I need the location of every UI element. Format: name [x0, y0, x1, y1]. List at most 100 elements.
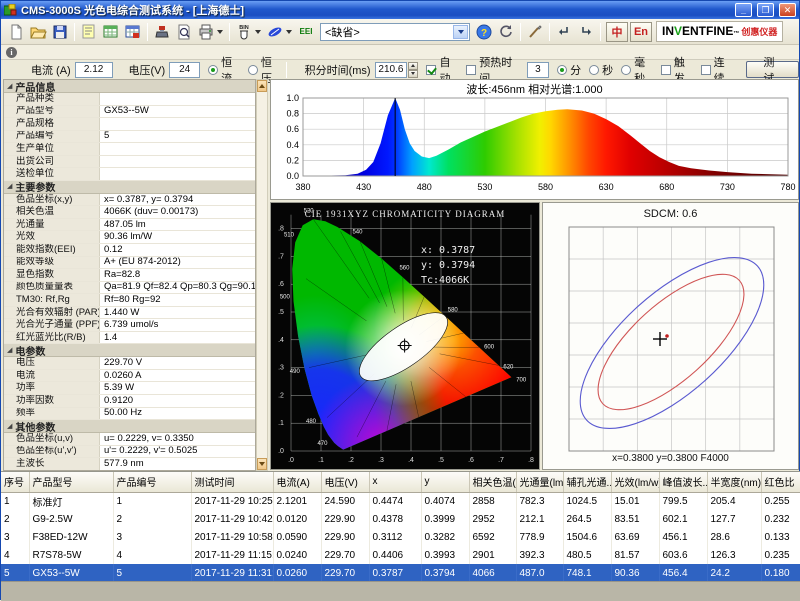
calibrate-button[interactable]: [151, 21, 173, 43]
preset-combobox[interactable]: <缺省>: [320, 23, 470, 41]
property-row[interactable]: 光合有效辐射 (PAR)1.440 W: [4, 307, 255, 320]
info-icon[interactable]: i: [6, 47, 17, 58]
save-button[interactable]: [49, 21, 71, 43]
property-row[interactable]: 色品坐标(u,v)u= 0.2229, v= 0.3350: [4, 433, 255, 446]
column-header[interactable]: 电压(V): [321, 472, 369, 492]
property-row[interactable]: TM30: Rf,RgRf=80 Rg=92: [4, 294, 255, 307]
table-row[interactable]: 2G9-2.5W22017-11-29 10:42:420.0120229.90…: [1, 510, 800, 528]
property-row[interactable]: 能效等级A+ (EU 874-2012): [4, 257, 255, 270]
refresh-button[interactable]: [495, 21, 517, 43]
print-dropdown-arrow[interactable]: [217, 30, 223, 34]
property-row[interactable]: 色品坐标(x,y)x= 0.3787, y= 0.3794: [4, 194, 255, 207]
property-row[interactable]: 产品种类: [4, 93, 255, 106]
property-row[interactable]: 功率因数0.9120: [4, 395, 255, 408]
table-cell: 0.0590: [273, 528, 321, 546]
preheat-time-input[interactable]: 3: [527, 62, 549, 78]
trigger-checkbox[interactable]: [661, 65, 671, 75]
column-header[interactable]: 产品编号: [113, 472, 191, 492]
logo-tm: ™: [733, 31, 739, 37]
property-row[interactable]: 色品坐标(u',v')u'= 0.2229, v'= 0.5025: [4, 446, 255, 459]
pen-dropdown-arrow[interactable]: [286, 30, 292, 34]
integration-time-input[interactable]: 210.6: [375, 62, 408, 78]
scroll-down-button[interactable]: [257, 458, 267, 470]
column-header[interactable]: 光效(lm/w): [611, 472, 659, 492]
report-export-button[interactable]: [122, 21, 144, 43]
column-header[interactable]: 半宽度(nm): [707, 472, 761, 492]
column-header[interactable]: 电流(A): [273, 472, 321, 492]
column-header[interactable]: 产品型号: [29, 472, 113, 492]
property-row[interactable]: 电流0.0260 A: [4, 370, 255, 383]
spinner-up-icon[interactable]: [408, 62, 418, 70]
pen-tool-button[interactable]: [264, 21, 286, 43]
property-row[interactable]: 能效指数(EEI)0.12: [4, 244, 255, 257]
table-row[interactable]: 1标准灯12017-11-29 10:25:112.120124.5900.44…: [1, 492, 800, 510]
bin-button[interactable]: BIN: [233, 21, 255, 43]
property-row[interactable]: 产品型号GX53--5W: [4, 106, 255, 119]
integration-spinner[interactable]: [408, 62, 418, 78]
constant-current-radio[interactable]: [208, 65, 218, 75]
print-preview-button[interactable]: [173, 21, 195, 43]
close-button[interactable]: ✕: [779, 3, 796, 17]
section-header[interactable]: ◢电参数: [4, 344, 255, 357]
property-row[interactable]: 产品规格: [4, 118, 255, 131]
report-green-button[interactable]: [100, 21, 122, 43]
property-row[interactable]: 光合光子通量 (PPF)6.739 umol/s: [4, 319, 255, 332]
property-row[interactable]: 产品编号5: [4, 131, 255, 144]
section-header[interactable]: ◢主要参数: [4, 181, 255, 194]
section-header[interactable]: ◢其他参数: [4, 420, 255, 433]
step-back-button[interactable]: [553, 21, 575, 43]
notes-button[interactable]: [78, 21, 100, 43]
second-radio[interactable]: [589, 65, 599, 75]
constant-voltage-radio[interactable]: [248, 65, 258, 75]
restore-button[interactable]: ❐: [757, 3, 774, 17]
new-file-button[interactable]: [5, 21, 27, 43]
property-row[interactable]: 光通量487.05 lm: [4, 219, 255, 232]
column-header[interactable]: x: [369, 472, 421, 492]
property-row[interactable]: 功率5.39 W: [4, 382, 255, 395]
open-file-button[interactable]: [27, 21, 49, 43]
language-chinese-button[interactable]: 中: [606, 22, 628, 42]
language-english-button[interactable]: En: [630, 22, 652, 42]
property-row[interactable]: 电压229.70 V: [4, 357, 255, 370]
property-row[interactable]: 相关色温4066K (duv= 0.00173): [4, 206, 255, 219]
minute-radio[interactable]: [557, 65, 567, 75]
eei-button[interactable]: EEI: [295, 21, 317, 43]
column-header[interactable]: 红色比: [761, 472, 800, 492]
column-header[interactable]: 辅孔光通..: [563, 472, 611, 492]
column-header[interactable]: 测试时间: [191, 472, 273, 492]
property-row[interactable]: 生产单位: [4, 143, 255, 156]
property-row[interactable]: 主波长577.9 nm: [4, 458, 255, 471]
property-row[interactable]: 出货公司: [4, 156, 255, 169]
table-row[interactable]: 3F38ED-12W32017-11-29 10:58:560.0590229.…: [1, 528, 800, 546]
column-header[interactable]: 光通量(lm): [516, 472, 563, 492]
voltage-input[interactable]: 24: [169, 62, 200, 78]
column-header[interactable]: y: [421, 472, 469, 492]
property-row[interactable]: 显色指数Ra=82.8: [4, 269, 255, 282]
spinner-down-icon[interactable]: [408, 70, 418, 78]
combobox-dropdown-button[interactable]: [453, 25, 468, 39]
step-forward-button[interactable]: [575, 21, 597, 43]
help-button[interactable]: ?: [473, 21, 495, 43]
bin-dropdown-arrow[interactable]: [255, 30, 261, 34]
minimize-button[interactable]: _: [735, 3, 752, 17]
column-header[interactable]: 序号: [1, 472, 29, 492]
table-row[interactable]: 5GX53--5W52017-11-29 11:31:530.0260229.7…: [1, 564, 800, 581]
probe-button[interactable]: [524, 21, 546, 43]
property-row[interactable]: 颜色质量量表Qa=81.9 Qf=82.4 Qp=80.3 Qg=90.1: [4, 282, 255, 295]
millisecond-radio[interactable]: [621, 65, 631, 75]
table-row[interactable]: 4R7S78-5W42017-11-29 11:15:420.0240229.7…: [1, 546, 800, 564]
continuous-checkbox[interactable]: [701, 65, 711, 75]
column-header[interactable]: 相关色温(K): [469, 472, 516, 492]
current-input[interactable]: 2.12: [75, 62, 113, 78]
scroll-up-button[interactable]: [257, 80, 267, 92]
property-grid-scrollbar[interactable]: [256, 79, 268, 471]
wavelength-label: 480: [306, 419, 317, 425]
section-header[interactable]: ◢产品信息: [4, 80, 255, 93]
table-cell: 24.590: [321, 492, 369, 510]
column-header[interactable]: 峰值波长..: [659, 472, 707, 492]
test-button[interactable]: 测试: [746, 61, 799, 78]
auto-checkbox[interactable]: [426, 65, 436, 75]
property-row[interactable]: 光效90.36 lm/W: [4, 231, 255, 244]
print-button[interactable]: [195, 21, 217, 43]
preheat-checkbox[interactable]: [466, 65, 476, 75]
